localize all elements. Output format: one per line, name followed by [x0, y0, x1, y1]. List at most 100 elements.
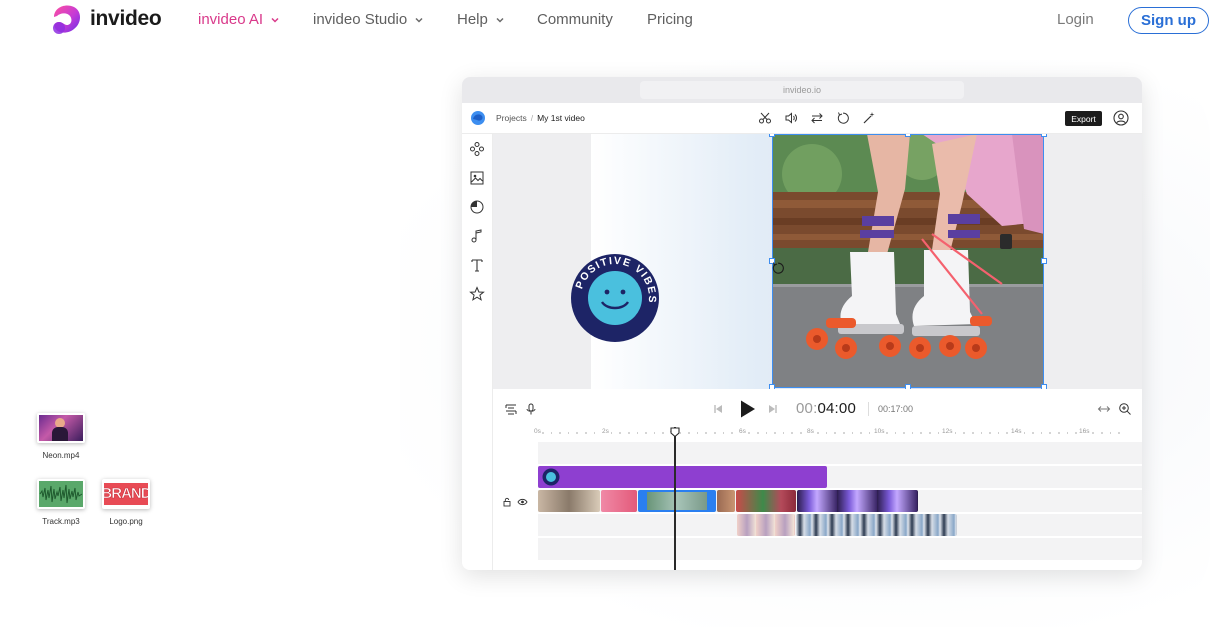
- resize-handle[interactable]: [769, 384, 775, 389]
- volume-icon[interactable]: [784, 111, 798, 125]
- video-clip[interactable]: [736, 490, 796, 512]
- ruler-tick: 0s: [534, 428, 541, 435]
- total-duration: 00:17:00: [878, 404, 914, 414]
- nav-community[interactable]: Community: [537, 11, 613, 28]
- ruler-dot: [929, 432, 931, 434]
- playhead-handle[interactable]: [670, 427, 680, 437]
- fit-width-icon[interactable]: [1097, 402, 1111, 416]
- ruler-dot: [989, 432, 991, 434]
- account-icon[interactable]: [1113, 110, 1129, 126]
- trim-handle-left[interactable]: [640, 492, 647, 510]
- browser-chrome: invideo.io: [462, 77, 1142, 103]
- resize-handle[interactable]: [1041, 134, 1047, 137]
- elements-icon[interactable]: [469, 141, 485, 157]
- top-navigation: invideo invideo AI invideo Studio Help C…: [0, 0, 1210, 40]
- ruler-dot: [645, 432, 647, 434]
- video-clip[interactable]: [737, 514, 795, 536]
- timeline-lane: [538, 442, 1142, 464]
- chevron-down-icon: [415, 17, 423, 23]
- video-clip[interactable]: [717, 490, 735, 512]
- ruler-dot: [937, 432, 940, 434]
- music-icon[interactable]: [469, 228, 485, 244]
- invideo-logo-icon[interactable]: [470, 110, 486, 126]
- nav-invideo-ai-label: invideo AI: [198, 11, 264, 28]
- positive-vibes-sticker[interactable]: POSITIVE VIBES: [569, 252, 661, 344]
- subtitles-icon[interactable]: [504, 402, 518, 416]
- file-name: Neon.mp4: [42, 451, 80, 460]
- stickers-icon[interactable]: [469, 199, 485, 215]
- ruler-dot: [576, 432, 578, 434]
- desktop-file-track[interactable]: Track.mp3: [35, 479, 87, 526]
- nav-help[interactable]: Help: [457, 11, 505, 28]
- video-clip[interactable]: [796, 514, 957, 536]
- trim-handle-right[interactable]: [707, 492, 714, 510]
- play-icon[interactable]: [736, 398, 758, 420]
- microphone-icon[interactable]: [524, 402, 538, 416]
- ruler-dot: [1101, 432, 1103, 434]
- sticker-track-clip[interactable]: [538, 466, 827, 488]
- video-clip[interactable]: [797, 490, 918, 512]
- ruler-dot: [774, 432, 776, 434]
- ruler-dot: [825, 432, 828, 434]
- timeline-ruler[interactable]: 0s 2s 4s 6s 8s 10s 12s 14s 16s: [534, 428, 1142, 440]
- address-bar[interactable]: invideo.io: [640, 81, 964, 99]
- visibility-eye-icon[interactable]: [517, 497, 528, 507]
- ruler-dot: [851, 432, 854, 434]
- resize-handle[interactable]: [769, 134, 775, 137]
- ruler-dot: [1049, 432, 1051, 434]
- lock-icon[interactable]: [502, 497, 512, 507]
- desktop-file-logo[interactable]: BRAND Logo.png: [100, 479, 152, 526]
- signup-button[interactable]: Sign up: [1128, 7, 1209, 34]
- media-icon[interactable]: [469, 170, 485, 186]
- ruler-dot: [585, 432, 587, 434]
- ruler-dot: [860, 432, 862, 434]
- video-clip[interactable]: [538, 490, 600, 512]
- rotate-icon[interactable]: [836, 111, 850, 125]
- selected-video-clip[interactable]: [638, 490, 716, 512]
- playhead[interactable]: [674, 427, 676, 570]
- ruler-dot: [559, 432, 561, 434]
- ruler-dot: [868, 432, 871, 434]
- resize-handle[interactable]: [1041, 258, 1047, 264]
- nav-pricing[interactable]: Pricing: [647, 11, 693, 28]
- resize-handle[interactable]: [905, 384, 911, 389]
- desktop-file-neon[interactable]: Neon.mp4: [35, 413, 87, 460]
- nav-pricing-label: Pricing: [647, 11, 693, 28]
- zoom-in-icon[interactable]: [1118, 402, 1132, 416]
- brand-logo[interactable]: invideo: [48, 1, 162, 37]
- scissors-icon[interactable]: [758, 111, 772, 125]
- preview-stage: POSITIVE VIBES: [493, 134, 1142, 389]
- export-button[interactable]: Export: [1065, 111, 1102, 126]
- ruler-dot: [800, 432, 802, 434]
- playback-controls: 00:04:00 00:17:00: [493, 397, 1142, 421]
- ruler-dot: [1058, 432, 1060, 434]
- file-name: Logo.png: [109, 517, 143, 526]
- rotate-handle-icon[interactable]: [771, 261, 785, 275]
- skip-back-icon[interactable]: [711, 402, 725, 416]
- breadcrumb-projects[interactable]: Projects: [496, 113, 527, 123]
- current-time-value: 04:00: [817, 400, 856, 417]
- text-icon[interactable]: [469, 257, 485, 273]
- video-clip[interactable]: [601, 490, 637, 512]
- ruler-tick: 16s: [1079, 428, 1090, 435]
- ruler-dot: [628, 432, 630, 434]
- login-link[interactable]: Login: [1057, 11, 1094, 28]
- resize-handle[interactable]: [1041, 384, 1047, 389]
- ruler-dot: [894, 432, 897, 434]
- favorites-icon[interactable]: [469, 286, 485, 302]
- swap-icon[interactable]: [810, 111, 824, 125]
- ruler-dot: [636, 432, 639, 434]
- nav-invideo-studio[interactable]: invideo Studio: [313, 11, 424, 28]
- ruler-dot: [920, 432, 922, 434]
- timeline-lane: [538, 538, 1142, 560]
- roller-skate-photo[interactable]: [772, 134, 1044, 388]
- breadcrumb-current: My 1st video: [537, 113, 585, 123]
- ruler-dot: [782, 432, 785, 434]
- breadcrumb: Projects / My 1st video: [496, 113, 585, 123]
- magic-wand-icon[interactable]: [862, 111, 876, 125]
- resize-handle[interactable]: [905, 134, 911, 137]
- skip-forward-icon[interactable]: [766, 402, 780, 416]
- nav-invideo-ai[interactable]: invideo AI: [198, 11, 280, 28]
- ruler-dot: [731, 432, 733, 434]
- ruler-tick: 6s: [739, 428, 746, 435]
